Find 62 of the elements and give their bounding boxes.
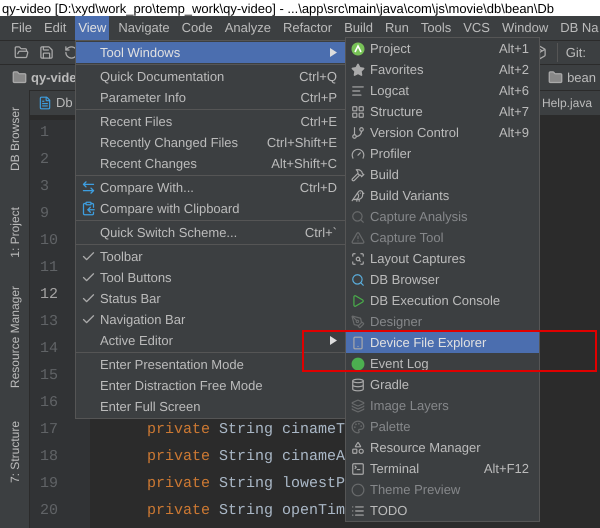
menu-item[interactable]: Recently Changed Files Ctrl+Shift+E [76, 132, 345, 153]
menu-item[interactable]: Event Log [346, 353, 539, 374]
menu-item[interactable]: DB Execution Console [346, 290, 539, 311]
code-line: private String openTim [147, 501, 346, 522]
menu-item[interactable]: Build Variants [346, 185, 539, 206]
git-label: Git: [556, 42, 586, 62]
code-line: private String cinameT [147, 420, 346, 440]
code-line: private String cinameA [147, 447, 346, 468]
menu-bar-item[interactable]: Refactor [280, 16, 336, 40]
menu-bar-item[interactable]: VCS [460, 16, 493, 40]
menu-item[interactable]: Build [346, 164, 539, 185]
menu-item[interactable]: Terminal Alt+F12 [346, 458, 539, 479]
menu-item[interactable]: Enter Presentation Mode [76, 354, 345, 375]
window-title: qy-video [D:\xyd\work_pro\temp_work\qy-video] - ...\app\src\main\java\com\js\movie\db\bean\Db [2, 2, 554, 14]
menu-item[interactable]: Quick Switch Scheme... Ctrl+` [76, 222, 345, 243]
menu-bar-item[interactable]: Analyze [222, 16, 274, 40]
menu-item[interactable]: Active Editor [76, 330, 345, 351]
menu-item[interactable]: Profiler [346, 143, 539, 164]
code-line: private String lowestP [147, 474, 346, 494]
menu-bar-item[interactable]: Navigate [115, 16, 173, 40]
menu-bar-item[interactable]: Run [382, 16, 412, 40]
menu-item[interactable]: Compare With... Ctrl+D [76, 177, 345, 198]
menu-bar-item[interactable]: Edit [40, 16, 70, 40]
menu-bar-item[interactable]: DB Na [557, 16, 600, 40]
menu-item[interactable]: Structure Alt+7 [346, 101, 539, 122]
menu-bar-item[interactable]: Code [178, 16, 216, 40]
menu-item[interactable]: Tool Buttons [76, 267, 345, 288]
menu-bar-item[interactable]: Build [341, 16, 376, 40]
breadcrumb[interactable]: qy-vide [31, 68, 77, 88]
menu-item[interactable]: Logcat Alt+6 [346, 80, 539, 101]
editor-tab[interactable]: Db [56, 93, 73, 113]
menu-item[interactable]: Resource Manager [346, 437, 539, 458]
menu-item[interactable]: Recent Files Ctrl+E [76, 111, 345, 132]
tool-window-button[interactable]: Resource Manager [6, 286, 24, 388]
menu-item[interactable]: Version Control Alt+9 [346, 122, 539, 143]
menu-item[interactable]: Device File Explorer [346, 332, 539, 353]
menu-bar-item[interactable]: File [8, 16, 35, 40]
menu-item[interactable]: DB Browser [346, 269, 539, 290]
menu-bar-item[interactable]: Window [498, 16, 552, 40]
breadcrumb[interactable]: bean [567, 68, 596, 88]
menu-item[interactable]: Parameter Info Ctrl+P [76, 87, 345, 108]
menu-item[interactable]: Layout Captures [346, 248, 539, 269]
menu-item[interactable]: Toolbar [76, 246, 345, 267]
menu-item[interactable]: Recent Changes Alt+Shift+C [76, 153, 345, 174]
tool-window-button[interactable]: 1: Project [6, 206, 24, 258]
menu-item[interactable]: Compare with Clipboard [76, 198, 345, 219]
menu-item[interactable]: Enter Distraction Free Mode [76, 375, 345, 396]
editor-tab[interactable]: Help.java [542, 94, 592, 112]
tool-window-button[interactable]: 7: Structure [6, 420, 24, 484]
menu-bar-item[interactable]: Tools [418, 16, 454, 40]
menu-item[interactable]: Status Bar [76, 288, 345, 309]
line-number: 12 [40, 285, 58, 306]
menu-item[interactable]: Favorites Alt+2 [346, 59, 539, 80]
tool-window-button[interactable]: DB Browser [6, 107, 24, 172]
menu-item[interactable]: TODO [346, 500, 539, 521]
menu-item[interactable]: Quick Documentation Ctrl+Q [76, 66, 345, 87]
menu-item[interactable]: Enter Full Screen [76, 396, 345, 417]
menu-bar-item[interactable]: View [75, 16, 110, 40]
menu-item[interactable]: Project Alt+1 [346, 38, 539, 59]
menu-item[interactable]: Gradle [346, 374, 539, 395]
menu-item[interactable]: Navigation Bar [76, 309, 345, 330]
menu-item[interactable]: Tool Windows [76, 42, 345, 63]
